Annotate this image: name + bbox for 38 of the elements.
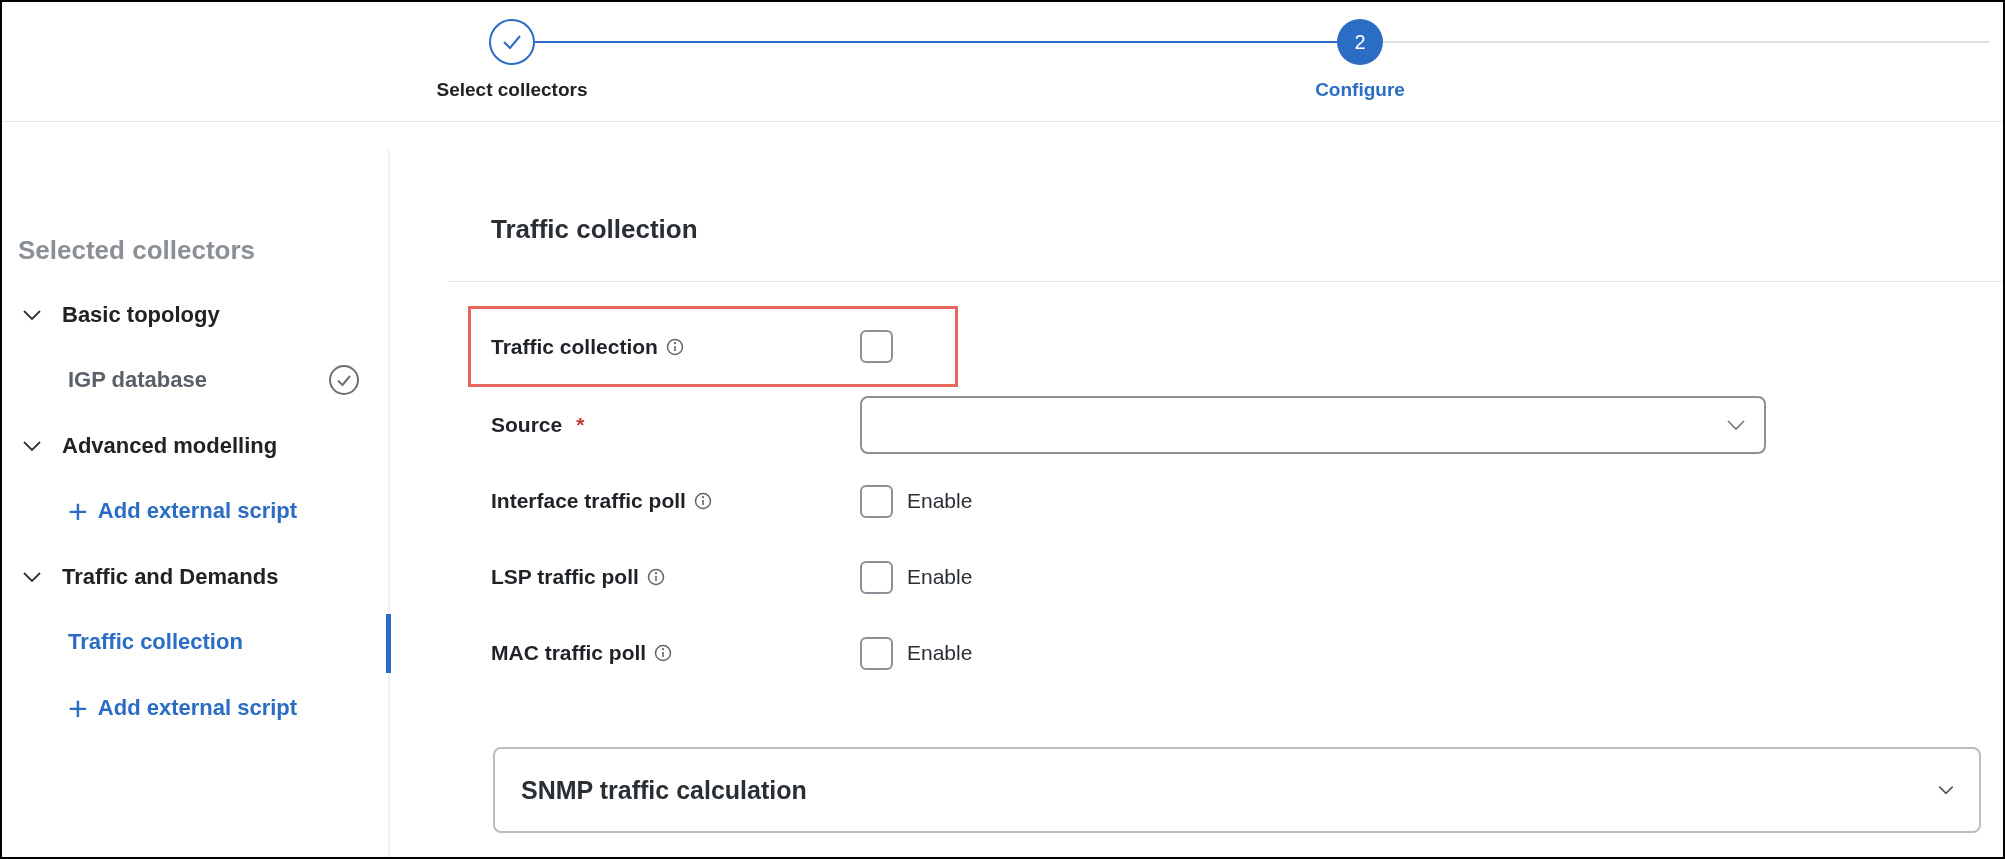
selection-indicator	[386, 614, 391, 673]
tree-group[interactable]: Traffic and Demands	[2, 544, 388, 609]
source-dropdown[interactable]	[860, 396, 1766, 454]
field-label: Traffic collection	[491, 334, 658, 359]
step-label[interactable]: Configure	[1315, 79, 1405, 101]
tree-item[interactable]: IGP database	[68, 367, 207, 393]
add-script-link[interactable]: + Add external script	[68, 691, 298, 725]
checkbox[interactable]	[860, 636, 893, 670]
checkbox-label: Enable	[907, 641, 973, 665]
checkbox[interactable]	[860, 330, 893, 363]
tree-group[interactable]: Advanced modelling	[2, 413, 388, 478]
accordion-title: SNMP traffic calculation	[521, 775, 807, 805]
chevron-down-icon[interactable]	[22, 308, 42, 321]
add-script-link[interactable]: + Add external script	[68, 494, 298, 528]
required-mark: *	[576, 413, 585, 437]
field-label: Interface traffic poll	[491, 489, 686, 513]
step-indicator: 2	[1337, 19, 1383, 65]
field-label: MAC traffic poll	[491, 641, 647, 665]
field-label: LSP traffic poll	[491, 565, 639, 589]
checkbox[interactable]	[860, 484, 893, 518]
checkbox-label: Enable	[907, 489, 973, 513]
info-icon[interactable]	[654, 644, 673, 662]
section-title: Traffic collection	[491, 214, 698, 244]
checkbox[interactable]	[860, 560, 893, 594]
accordion-panel[interactable]: SNMP traffic calculation	[493, 747, 1981, 833]
info-icon[interactable]	[646, 568, 665, 586]
chevron-down-icon[interactable]	[22, 570, 42, 583]
chevron-down-icon[interactable]	[22, 439, 42, 452]
info-icon[interactable]	[693, 492, 712, 510]
info-icon[interactable]	[665, 337, 684, 356]
field-label: Source	[491, 413, 563, 437]
sidebar-title: Selected collectors	[18, 235, 256, 266]
step-label[interactable]: Select collectors	[436, 79, 588, 101]
chevron-down-icon	[1937, 785, 1955, 795]
tree-group[interactable]: Basic topology	[2, 282, 388, 347]
checkbox-label: Enable	[907, 565, 973, 589]
tree-item[interactable]: Traffic collection	[68, 629, 243, 655]
chevron-down-icon	[1726, 419, 1746, 431]
